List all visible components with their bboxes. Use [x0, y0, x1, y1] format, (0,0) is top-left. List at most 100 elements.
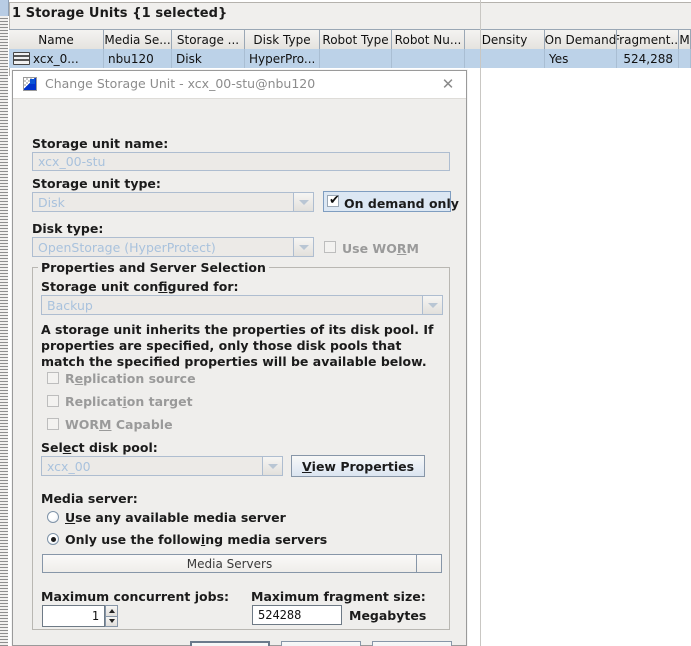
disk-type-dropdown-button[interactable] — [294, 237, 314, 257]
column-header-name[interactable]: Name — [9, 30, 104, 50]
ok-button[interactable]: OK — [190, 641, 270, 646]
radio-any-suffix: se any available media server — [75, 510, 286, 525]
column-header-fragment-size[interactable]: Fragment... — [617, 30, 679, 50]
properties-group-title: Properties and Server Selection — [38, 260, 269, 275]
column-header-robot-type[interactable]: Robot Type — [320, 30, 392, 50]
screen: 1 Storage Units {1 selected} Name Media … — [0, 0, 691, 646]
cell-robot-number — [392, 49, 465, 68]
replication-source-label: Replication source — [65, 371, 196, 386]
storage-unit-icon — [23, 77, 37, 91]
disk-type-label: Disk type: — [32, 221, 104, 236]
radio-only-following-media-servers[interactable] — [47, 533, 59, 545]
replication-target-box[interactable] — [47, 395, 59, 407]
select-disk-pool-suffix: ct disk pool: — [71, 440, 158, 455]
use-worm-label: Use WORM — [342, 241, 419, 256]
storage-unit-name-label: Storage unit name: — [32, 136, 169, 151]
column-header-media-server[interactable]: Media Se... — [104, 30, 172, 50]
configured-for-mnemonic: f — [158, 279, 168, 294]
cell-storage-type: Disk — [172, 49, 245, 68]
media-servers-table-corner — [417, 555, 441, 572]
chevron-down-icon — [298, 244, 309, 250]
select-disk-pool-prefix: Sel — [41, 440, 63, 455]
chevron-down-icon — [427, 302, 438, 308]
configured-for-suffix: igured for: — [167, 279, 239, 294]
select-disk-pool-select[interactable]: xcx_00 — [41, 456, 263, 476]
replication-source-box[interactable] — [47, 372, 59, 384]
column-header-on-demand[interactable]: On Demand — [545, 30, 617, 50]
column-header-storage-type[interactable]: Storage ... — [172, 30, 245, 50]
worm-capable-mnemonic: M — [99, 417, 112, 432]
cell-on-demand: Yes — [545, 49, 617, 68]
window-divider — [480, 0, 481, 646]
use-worm-label-prefix: Use WO — [342, 241, 397, 256]
max-fragment-size-input[interactable]: 524288 — [252, 605, 342, 625]
column-header-overflow[interactable]: M — [679, 30, 691, 50]
radio-only-prefix: Only use the follow — [65, 532, 201, 547]
on-demand-only-box[interactable]: ✔ — [327, 193, 340, 208]
replication-source-mnemonic: e — [74, 371, 84, 386]
cell-name-text: xcx_0... — [33, 51, 79, 66]
chevron-down-icon — [298, 199, 309, 205]
table-row[interactable]: xcx_0... nbu120 Disk HyperPro... Yes 524… — [9, 49, 691, 69]
replication-target-prefix: Replicat — [65, 394, 123, 409]
properties-description: A storage unit inherits the properties o… — [41, 322, 434, 369]
replication-source-prefix: R — [65, 371, 75, 386]
worm-capable-suffix: Capable — [111, 417, 173, 432]
media-servers-column-header[interactable]: Media Servers — [43, 555, 417, 572]
storage-unit-name-input[interactable]: xcx_00-stu — [32, 152, 450, 171]
worm-capable-box[interactable] — [47, 418, 59, 430]
disk-type-select[interactable]: OpenStorage (HyperProtect) — [32, 237, 294, 257]
dialog-body: Storage unit name: xcx_00-stu Storage un… — [13, 99, 466, 646]
worm-capable-prefix: WOR — [65, 417, 100, 432]
radio-only-following-media-servers-label: Only use the following media servers — [65, 532, 327, 547]
max-fragment-size-label: Maximum fragment size: — [251, 589, 426, 604]
radio-selected-dot — [50, 536, 56, 542]
cell-overflow — [679, 49, 691, 68]
storage-units-window: 1 Storage Units {1 selected} Name Media … — [0, 0, 691, 646]
storage-unit-type-select[interactable]: Disk — [32, 192, 294, 212]
cell-name: xcx_0... — [9, 49, 104, 68]
use-worm-box[interactable] — [324, 241, 336, 253]
check-icon: ✔ — [329, 193, 340, 208]
radio-use-any-media-server[interactable] — [47, 511, 59, 523]
column-header-density[interactable]: Density — [465, 30, 545, 50]
select-disk-pool-label: Select disk pool: — [41, 440, 158, 455]
change-storage-unit-dialog: Change Storage Unit - xcx_00-stu@nbu120 … — [12, 70, 467, 646]
max-fragment-size-units: Megabytes — [349, 608, 427, 623]
page-title: 1 Storage Units {1 selected} — [12, 6, 228, 21]
stepper-up-icon[interactable] — [105, 605, 118, 616]
left-scrollbar-thumb[interactable] — [0, 0, 9, 16]
stepper-down-icon[interactable] — [105, 615, 118, 627]
configured-for-prefix: Storage unit con — [41, 279, 159, 294]
column-header-disk-type[interactable]: Disk Type — [245, 30, 320, 50]
worm-capable-label: WORM Capable — [65, 417, 173, 432]
cell-density — [465, 49, 545, 68]
max-concurrent-jobs-stepper[interactable] — [105, 605, 118, 627]
radio-only-suffix: ng media servers — [205, 532, 328, 547]
configured-for-select[interactable]: Backup — [41, 295, 423, 315]
column-header-robot-number[interactable]: Robot Nu... — [392, 30, 465, 50]
radio-any-mnemonic: U — [65, 510, 76, 525]
cancel-button[interactable]: Cancel — [281, 641, 361, 646]
radio-use-any-media-server-label: Use any available media server — [65, 510, 286, 525]
configured-for-dropdown-button[interactable] — [423, 295, 443, 315]
cell-disk-type: HyperPro... — [245, 49, 320, 68]
max-concurrent-jobs-input[interactable]: 1 — [42, 605, 105, 627]
select-disk-pool-mnemonic: e — [62, 440, 72, 455]
view-properties-button[interactable]: View Properties — [291, 455, 425, 477]
cell-media-server: nbu120 — [104, 49, 172, 68]
select-disk-pool-dropdown-button[interactable] — [263, 456, 283, 476]
media-server-label: Media server: — [41, 491, 138, 506]
close-icon[interactable]: ✕ — [440, 76, 456, 92]
view-properties-suffix: iew Properties — [311, 458, 415, 474]
dialog-titlebar[interactable]: Change Storage Unit - xcx_00-stu@nbu120 … — [13, 71, 466, 99]
storage-unit-type-dropdown-button[interactable] — [294, 192, 314, 212]
media-servers-table[interactable]: Media Servers — [42, 554, 442, 573]
cell-robot-type — [320, 49, 392, 68]
view-properties-mnemonic: V — [301, 458, 312, 474]
replication-target-suffix: on target — [126, 394, 193, 409]
storage-unit-icon — [13, 52, 30, 65]
configured-for-label: Storage unit configured for: — [41, 279, 239, 294]
help-button[interactable]: Help — [372, 641, 452, 646]
left-scrollbar[interactable] — [0, 0, 8, 646]
